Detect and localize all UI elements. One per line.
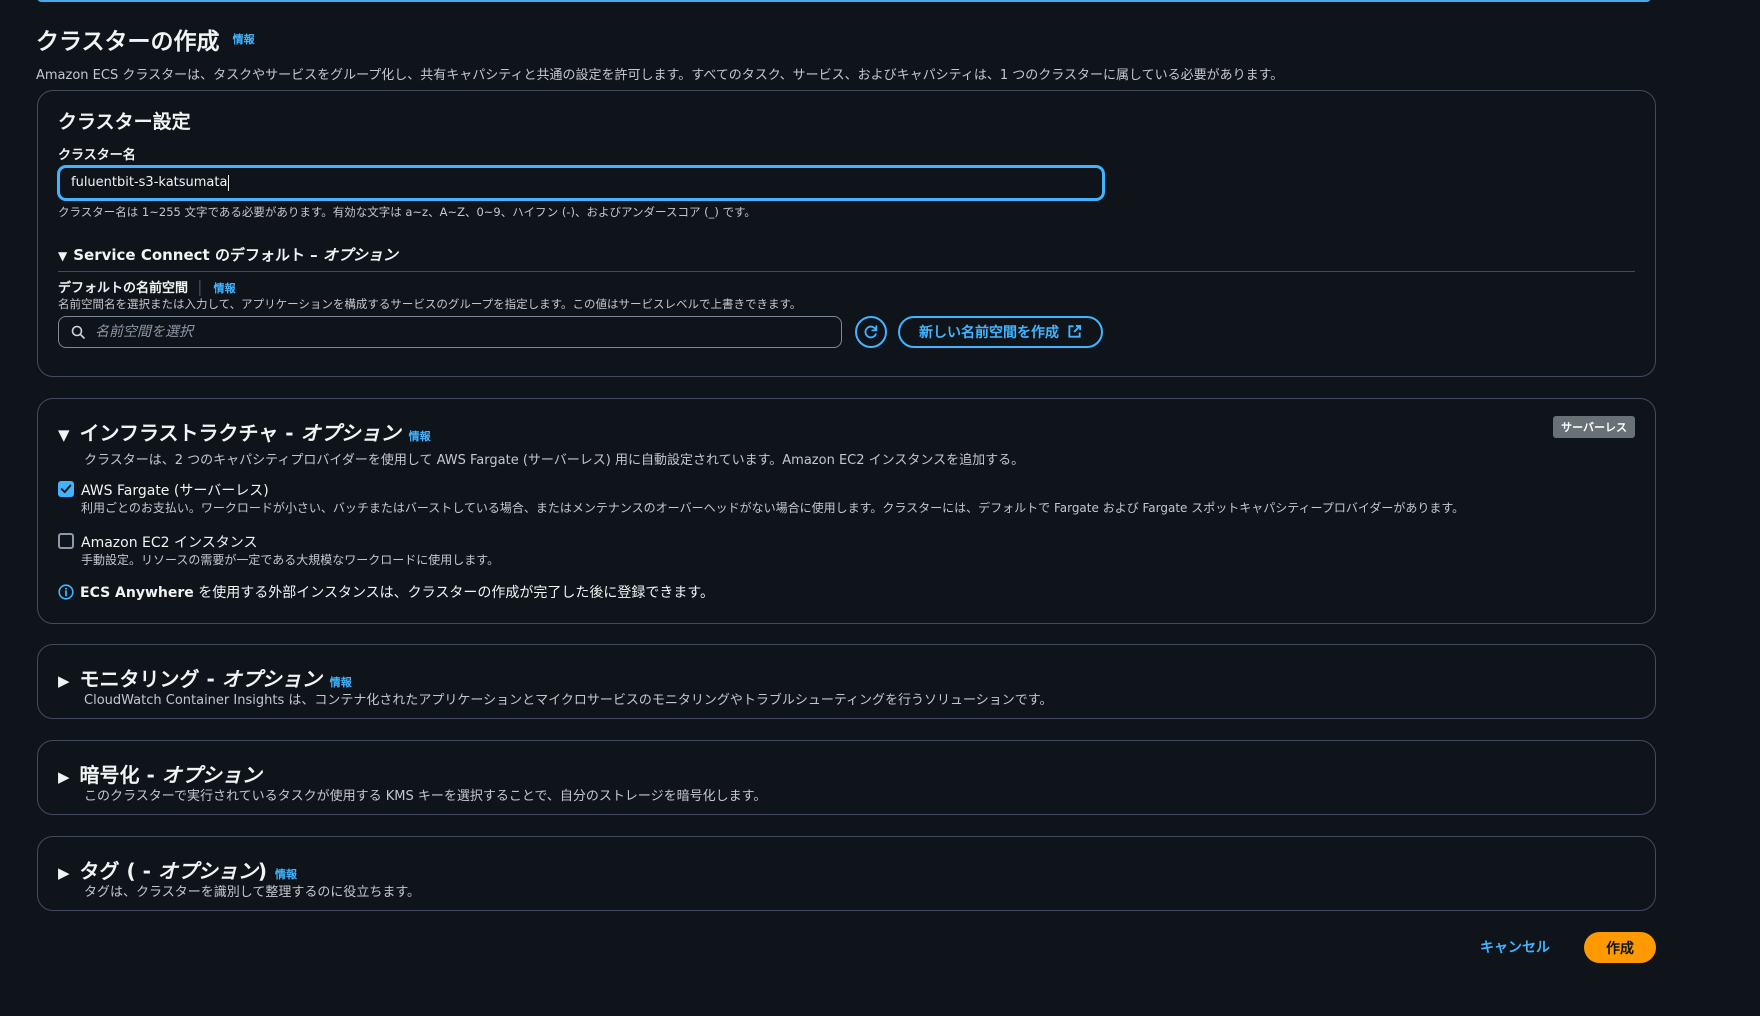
page-description: Amazon ECS クラスターは、タスクやサービスをグループ化し、共有キャパシ… (36, 68, 1284, 83)
tags-info-link[interactable]: 情報 (275, 868, 297, 881)
cluster-settings-title: クラスター設定 (58, 111, 191, 133)
infrastructure-description: クラスターは、2 つのキャパシティプロバイダーを使用して AWS Fargate… (84, 453, 1025, 468)
ecs-anywhere-note: ECS Anywhere を使用する外部インスタンスは、クラスターの作成が完了し… (58, 582, 714, 602)
caret-down-icon[interactable]: ▼ (58, 249, 67, 263)
service-connect-section: ▼ Service Connect のデフォルト – オプション (58, 244, 1635, 272)
create-namespace-button[interactable]: 新しい名前空間を作成 (898, 316, 1103, 348)
refresh-icon (864, 325, 878, 339)
infrastructure-info-link[interactable]: 情報 (409, 430, 431, 443)
namespace-hint: 名前空間名を選択または入力して、アプリケーションを構成するサービスのグループを指… (58, 297, 802, 311)
service-connect-option: オプション (322, 246, 398, 264)
caret-right-icon: ▶ (58, 864, 70, 882)
caret-right-icon: ▶ (58, 672, 70, 690)
cancel-button[interactable]: キャンセル (1480, 937, 1550, 957)
namespace-placeholder: 名前空間を選択 (95, 324, 193, 340)
caret-down-icon: ▼ (58, 426, 70, 444)
fargate-description: 利用ごとのお支払い。ワークロードが小さい、バッチまたはバーストしている場合、また… (81, 501, 1465, 515)
top-panel-edge (36, 0, 1652, 2)
cluster-name-label: クラスター名 (58, 148, 136, 163)
cluster-name-value: fuluentbit-s3-katsumata (71, 175, 228, 190)
create-button[interactable]: 作成 (1584, 932, 1656, 963)
monitoring-panel: ▶ モニタリング - オプション 情報 CloudWatch Container I… (37, 644, 1656, 719)
info-circle-icon (58, 584, 74, 600)
monitoring-toggle[interactable]: ▶ モニタリング - オプション 情報 (58, 663, 352, 692)
ec2-label[interactable]: Amazon EC2 インスタンス (81, 532, 257, 552)
infrastructure-panel: ▼ インフラストラクチャ - オプション 情報 サーバーレス クラスターは、2 つの… (37, 398, 1656, 624)
fargate-checkbox[interactable] (58, 481, 74, 497)
monitoring-info-link[interactable]: 情報 (330, 676, 352, 689)
service-connect-toggle[interactable]: Service Connect のデフォルト – オプション (73, 246, 398, 264)
tags-toggle[interactable]: ▶ タグ ( - オプション) 情報 (58, 855, 297, 884)
monitoring-description: CloudWatch Container Insights は、コンテナ化された… (84, 693, 1053, 708)
page-title: クラスターの作成 (36, 29, 220, 55)
create-namespace-label: 新しい名前空間を作成 (919, 325, 1059, 341)
cluster-name-input[interactable]: fuluentbit-s3-katsumata (58, 166, 1104, 200)
cluster-settings-panel: クラスター設定 クラスター名 fuluentbit-s3-katsumata ク… (37, 90, 1656, 377)
ec2-description: 手動設定。リソースの需要が一定である大規模なワークロードに使用します。 (81, 553, 500, 567)
text-caret (228, 174, 230, 191)
monitoring-option: オプション (221, 667, 322, 691)
namespace-search-input[interactable]: 名前空間を選択 (58, 316, 842, 348)
encryption-toggle[interactable]: ▶ 暗号化 - オプション (58, 759, 262, 788)
label-divider: | (197, 277, 203, 296)
infrastructure-title: インフラストラクチャ - (79, 421, 301, 445)
ec2-checkbox[interactable] (58, 533, 74, 549)
page-header: クラスターの作成 情報 Amazon ECS クラスターは、タスクやサービスをグ… (36, 22, 1700, 83)
service-connect-title: Service Connect のデフォルト – (73, 246, 323, 264)
namespace-info-link[interactable]: 情報 (214, 282, 236, 295)
caret-right-icon: ▶ (58, 768, 70, 786)
refresh-button[interactable] (855, 316, 887, 348)
tags-title: タグ ( - (79, 859, 158, 883)
ecs-anywhere-bold: ECS Anywhere (80, 585, 194, 601)
search-icon (71, 325, 85, 339)
info-link[interactable]: 情報 (233, 33, 255, 46)
monitoring-title: モニタリング - (79, 667, 222, 691)
tags-panel: ▶ タグ ( - オプション) 情報 タグは、クラスターを識別して整理するのに役立ち… (37, 836, 1656, 911)
encryption-description: このクラスターで実行されているタスクが使用する KMS キーを選択することで、自… (84, 789, 767, 804)
fargate-label[interactable]: AWS Fargate (サーバーレス) (81, 480, 269, 500)
tags-option: オプション (157, 859, 258, 883)
tags-description: タグは、クラスターを識別して整理するのに役立ちます。 (84, 885, 421, 900)
encryption-title: 暗号化 - (79, 763, 162, 787)
serverless-badge: サーバーレス (1553, 416, 1635, 438)
infrastructure-option: オプション (300, 421, 401, 445)
encryption-option: オプション (161, 763, 262, 787)
infrastructure-toggle[interactable]: ▼ インフラストラクチャ - オプション 情報 (58, 417, 431, 446)
ecs-anywhere-text: を使用する外部インスタンスは、クラスターの作成が完了した後に登録できます。 (193, 585, 714, 601)
checkmark-icon (60, 484, 72, 494)
namespace-label-row: デフォルトの名前空間 | 情報 (58, 277, 236, 296)
encryption-panel: ▶ 暗号化 - オプション このクラスターで実行されているタスクが使用する KMS… (37, 740, 1656, 815)
namespace-label: デフォルトの名前空間 (58, 281, 189, 296)
cluster-name-hint: クラスター名は 1~255 文字である必要があります。有効な文字は a~z、A~… (58, 205, 756, 219)
external-link-icon (1068, 324, 1082, 338)
tags-title-suffix: ) (257, 859, 268, 883)
